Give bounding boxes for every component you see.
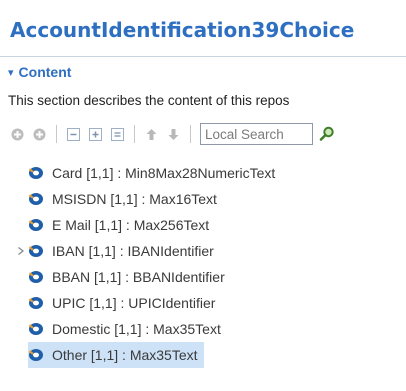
section-description: This section describes the content of th… [8, 93, 290, 108]
toolbar-separator [56, 125, 57, 143]
tree-item-label: MSISDN [1,1] : Max16Text [52, 191, 217, 207]
add-element-after-icon[interactable] [30, 125, 49, 144]
tree-item-label: IBAN [1,1] : IBANIdentifier [52, 243, 214, 259]
expand-arrow-icon[interactable] [16, 246, 26, 256]
title-divider [0, 56, 406, 57]
collapse-arrow-icon[interactable]: ▾ [8, 66, 14, 79]
element-icon [28, 349, 43, 361]
tree-item-card[interactable]: Card [1,1] : Min8Max28NumericText [28, 160, 275, 186]
tree-item-label: Other [1,1] : Max35Text [52, 347, 198, 363]
collapse-node-icon[interactable] [108, 125, 127, 144]
element-icon [28, 245, 43, 257]
element-icon [28, 271, 43, 283]
expand-all-icon[interactable] [86, 125, 105, 144]
section-label: Content [18, 64, 72, 80]
tree-item-upic[interactable]: UPIC [1,1] : UPICIdentifier [28, 290, 215, 316]
tree-item-bban[interactable]: BBAN [1,1] : BBANIdentifier [28, 264, 225, 290]
local-search-input[interactable] [200, 123, 313, 145]
tree-item-domestic[interactable]: Domestic [1,1] : Max35Text [28, 316, 221, 342]
tree-item-other[interactable]: Other [1,1] : Max35Text [28, 342, 204, 368]
move-up-icon[interactable] [142, 125, 161, 144]
tree-item-label: Domestic [1,1] : Max35Text [52, 321, 221, 337]
element-icon [28, 193, 43, 205]
collapse-all-icon[interactable] [64, 125, 83, 144]
tree-toolbar [8, 121, 337, 147]
move-down-icon[interactable] [164, 125, 183, 144]
tree-item-label: UPIC [1,1] : UPICIdentifier [52, 295, 216, 311]
tree-item-label: BBAN [1,1] : BBANIdentifier [52, 269, 225, 285]
content-section-header[interactable]: ▾ Content [8, 64, 71, 80]
element-icon [28, 323, 43, 335]
tree-item-email[interactable]: E Mail [1,1] : Max256Text [28, 212, 209, 238]
page-title: AccountIdentification39Choice [10, 18, 355, 42]
tree-item-msisdn[interactable]: MSISDN [1,1] : Max16Text [28, 186, 217, 212]
element-icon [28, 219, 43, 231]
element-icon [28, 297, 43, 309]
element-icon [28, 167, 43, 179]
toolbar-separator [134, 125, 135, 143]
add-element-icon[interactable] [8, 125, 27, 144]
toolbar-separator [190, 125, 191, 143]
tree-item-iban[interactable]: IBAN [1,1] : IBANIdentifier [28, 238, 214, 264]
tree-item-label: Card [1,1] : Min8Max28NumericText [52, 165, 276, 181]
search-icon[interactable] [317, 124, 337, 144]
tree-item-label: E Mail [1,1] : Max256Text [52, 217, 210, 233]
